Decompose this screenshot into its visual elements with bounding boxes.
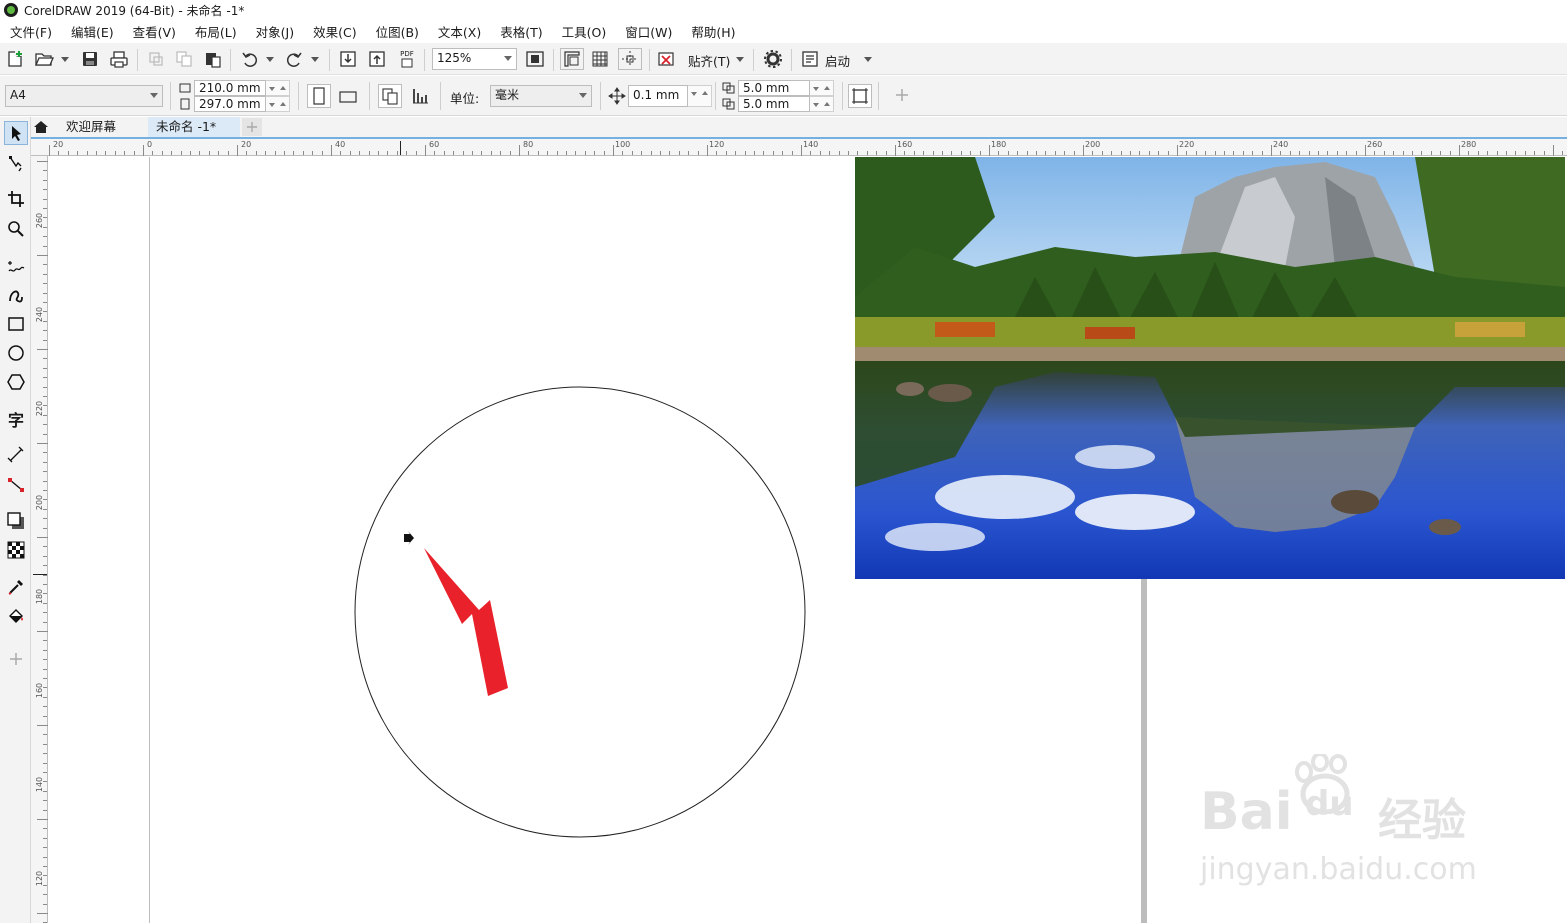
red-arrow-annotation	[424, 548, 508, 696]
watermark-jingyan-cn: 经验	[1378, 795, 1466, 846]
watermark-url: jingyan.baidu.com	[1200, 852, 1477, 887]
ellipse-object[interactable]	[354, 386, 806, 838]
cursor-icon	[404, 531, 414, 545]
landscape-photo[interactable]	[855, 157, 1565, 579]
watermark-brand: Bai	[1200, 782, 1293, 842]
watermark-brand-du: du	[1305, 784, 1354, 824]
